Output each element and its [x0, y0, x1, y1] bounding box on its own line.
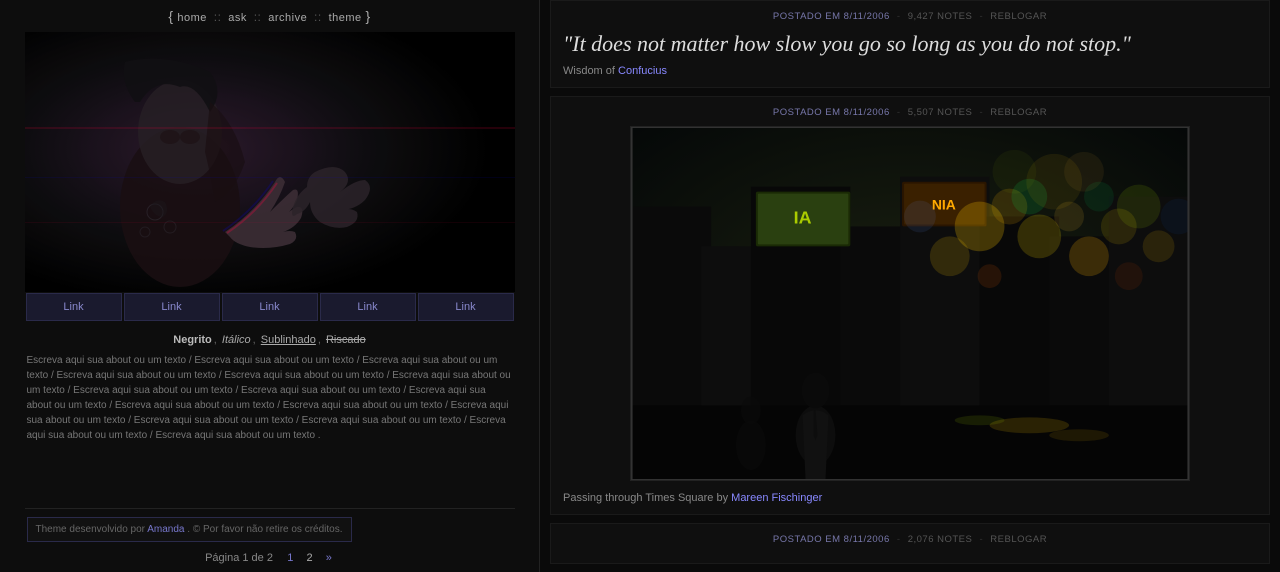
quote-author-link[interactable]: Confucius: [618, 65, 667, 77]
post-1-date: POSTADO EM 8/11/2006: [773, 11, 890, 22]
brace-open: {: [168, 8, 173, 24]
theme-text: Theme desenvolvido por: [36, 524, 146, 535]
page-2-current: 2: [307, 552, 313, 564]
about-text-body: Escreva aqui sua about ou um texto / Esc…: [27, 353, 513, 443]
link-3[interactable]: Link: [222, 293, 318, 321]
post-3-date: POSTADO EM 8/11/2006: [773, 534, 890, 545]
svg-text:IA: IA: [794, 207, 812, 227]
post-photo: POSTADO EM 8/11/2006 - 5,507 NOTES - REB…: [550, 96, 1270, 515]
nav-archive[interactable]: archive: [268, 12, 307, 24]
link-4[interactable]: Link: [320, 293, 416, 321]
format-italic: Itálico: [222, 334, 251, 346]
caption-text: Passing through Times Square by: [563, 492, 728, 504]
photo-caption: Passing through Times Square by Mareen F…: [563, 492, 1257, 504]
pagination-text: Página 1 de 2: [205, 552, 273, 564]
nav-ask[interactable]: ask: [228, 12, 247, 24]
post-2-notes: 5,507 NOTES: [908, 107, 973, 118]
hero-image-inner: [25, 32, 515, 292]
navigation: { home :: ask :: archive :: theme }: [0, 0, 539, 32]
left-panel: { home :: ask :: archive :: theme }: [0, 0, 540, 572]
page-1-link[interactable]: 1: [287, 552, 293, 564]
post-1-meta: POSTADO EM 8/11/2006 - 9,427 NOTES - REB…: [563, 11, 1257, 22]
post-1-reblog[interactable]: REBLOGAR: [990, 11, 1047, 22]
link-1[interactable]: Link: [26, 293, 122, 321]
nav-theme[interactable]: theme: [329, 12, 362, 24]
theme-credit: Theme desenvolvido por Amanda . © Por fa…: [27, 517, 352, 542]
link-2[interactable]: Link: [124, 293, 220, 321]
right-panel[interactable]: POSTADO EM 8/11/2006 - 9,427 NOTES - REB…: [540, 0, 1280, 572]
post-2-meta: POSTADO EM 8/11/2006 - 5,507 NOTES - REB…: [563, 107, 1257, 118]
format-bold: Negrito: [173, 334, 212, 346]
times-square-photo: IA NIA: [630, 126, 1190, 481]
text-format-label: Negrito, Itálico, Sublinhado, Riscado: [27, 332, 513, 349]
brace-close: }: [365, 8, 370, 24]
theme-author-link[interactable]: Amanda: [147, 524, 184, 535]
post-1-notes: 9,427 NOTES: [908, 11, 973, 22]
link-5[interactable]: Link: [418, 293, 514, 321]
quote-source: Wisdom of Confucius: [563, 65, 1257, 77]
post-3-meta: POSTADO EM 8/11/2006 - 2,076 NOTES - REB…: [563, 534, 1257, 545]
post-2-date: POSTADO EM 8/11/2006: [773, 107, 890, 118]
post-3-notes: 2,076 NOTES: [908, 534, 973, 545]
pagination: Página 1 de 2 1 2 »: [27, 552, 513, 564]
caption-author-link[interactable]: Mareen Fischinger: [731, 492, 822, 504]
post-quote: POSTADO EM 8/11/2006 - 9,427 NOTES - REB…: [550, 0, 1270, 88]
nav-home[interactable]: home: [177, 12, 207, 24]
format-underline: Sublinhado: [261, 334, 316, 346]
photo-container: IA NIA: [563, 126, 1257, 484]
post-3-reblog[interactable]: REBLOGAR: [990, 534, 1047, 545]
format-strikethrough: Riscado: [326, 334, 366, 346]
quote-text: "It does not matter how slow you go so l…: [563, 30, 1257, 59]
hero-image: [25, 32, 515, 292]
text-section: Negrito, Itálico, Sublinhado, Riscado Es…: [25, 326, 515, 449]
post-2-reblog[interactable]: REBLOGAR: [990, 107, 1047, 118]
hero-svg: [25, 32, 515, 292]
city-scene-svg: IA NIA: [631, 127, 1189, 480]
next-page-link[interactable]: »: [326, 552, 332, 564]
post-3: POSTADO EM 8/11/2006 - 2,076 NOTES - REB…: [550, 523, 1270, 564]
svg-text:NIA: NIA: [932, 196, 956, 212]
theme-note: . © Por favor não retire os créditos.: [187, 524, 342, 535]
link-bar: Link Link Link Link Link: [25, 292, 515, 322]
footer-section: Theme desenvolvido por Amanda . © Por fa…: [25, 508, 515, 572]
